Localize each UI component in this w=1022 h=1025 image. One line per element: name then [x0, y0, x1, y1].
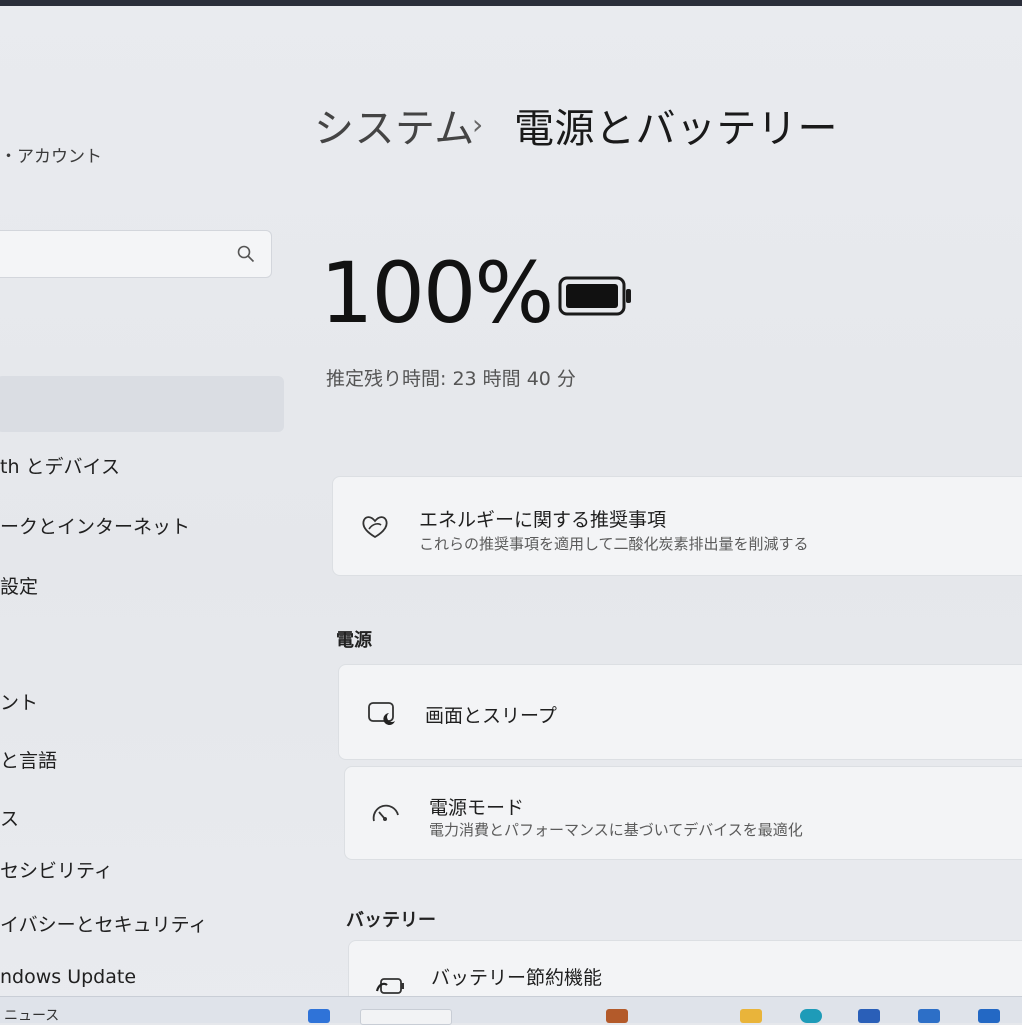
battery-percent: 100% — [320, 244, 554, 342]
sidebar-item-network[interactable]: ークとインターネット — [0, 512, 190, 539]
sidebar-item-accounts[interactable]: ント — [0, 688, 38, 715]
edge-browser-icon[interactable] — [800, 1009, 822, 1023]
section-heading-power: 電源 — [336, 630, 372, 651]
gauge-icon — [372, 804, 399, 822]
power-mode-title: 電源モード — [429, 797, 525, 819]
leaf-heart-icon — [362, 516, 388, 539]
taskbar-search-icon[interactable] — [360, 1009, 452, 1025]
battery-saver-icon — [375, 978, 404, 994]
sidebar-item-time-language[interactable]: と言語 — [0, 746, 57, 773]
taskbar-news[interactable]: ニュース — [4, 1005, 59, 1025]
mail-icon[interactable] — [918, 1009, 940, 1023]
energy-card-title: エネルギーに関する推奨事項 — [419, 509, 667, 531]
sidebar-item-accessibility[interactable]: セシビリティ — [0, 856, 113, 883]
search-input[interactable] — [0, 230, 272, 278]
battery-full-icon — [558, 276, 631, 316]
energy-card-subtitle: これらの推奨事項を適用して二酸化炭素排出量を削減する — [419, 535, 809, 553]
power-mode-card[interactable]: 電源モード 電力消費とパフォーマンスに基づいてデバイスを最適化 — [344, 766, 1022, 860]
estimated-time-remaining: 推定残り時間: 23 時間 40 分 — [326, 368, 576, 390]
start-icon[interactable] — [308, 1009, 330, 1023]
sidebar-item-gaming[interactable]: ス — [0, 804, 19, 831]
taskbar: ニュース — [0, 996, 1022, 1025]
section-heading-battery: バッテリー — [346, 910, 436, 931]
settings-window: ・アカウント th とデバイス ークとインターネット 設定 ント と言語 ス セ… — [0, 0, 1022, 1025]
sidebar-item-system-selected[interactable] — [0, 376, 284, 432]
file-explorer-icon[interactable] — [740, 1009, 762, 1023]
energy-recommendations-card[interactable]: エネルギーに関する推奨事項 これらの推奨事項を適用して二酸化炭素排出量を削減する — [332, 476, 1022, 576]
battery-saver-title: バッテリー節約機能 — [431, 967, 603, 989]
app-icon[interactable] — [978, 1009, 1000, 1023]
sidebar-item-privacy-security[interactable]: イバシーとセキュリティ — [0, 910, 207, 937]
screen-and-sleep-card[interactable]: 画面とスリープ — [338, 664, 1022, 760]
power-mode-subtitle: 電力消費とパフォーマンスに基づいてデバイスを最適化 — [429, 821, 803, 839]
sidebar-item-windows-update[interactable]: ndows Update — [0, 966, 136, 988]
account-label[interactable]: ・アカウント — [0, 142, 102, 167]
store-icon[interactable] — [858, 1009, 880, 1023]
breadcrumb-separator: › — [472, 108, 484, 141]
screen-sleep-icon — [368, 702, 395, 725]
sidebar-item-personalization[interactable]: 設定 — [0, 572, 38, 599]
screen-and-sleep-title: 画面とスリープ — [425, 705, 557, 727]
sidebar-item-bluetooth[interactable]: th とデバイス — [0, 452, 120, 479]
breadcrumb-system[interactable]: システム — [314, 96, 475, 154]
widget-icon[interactable] — [606, 1009, 628, 1023]
search-icon[interactable] — [237, 245, 255, 263]
page-title: 電源とバッテリー — [514, 106, 838, 152]
window-top-edge — [0, 0, 1022, 6]
